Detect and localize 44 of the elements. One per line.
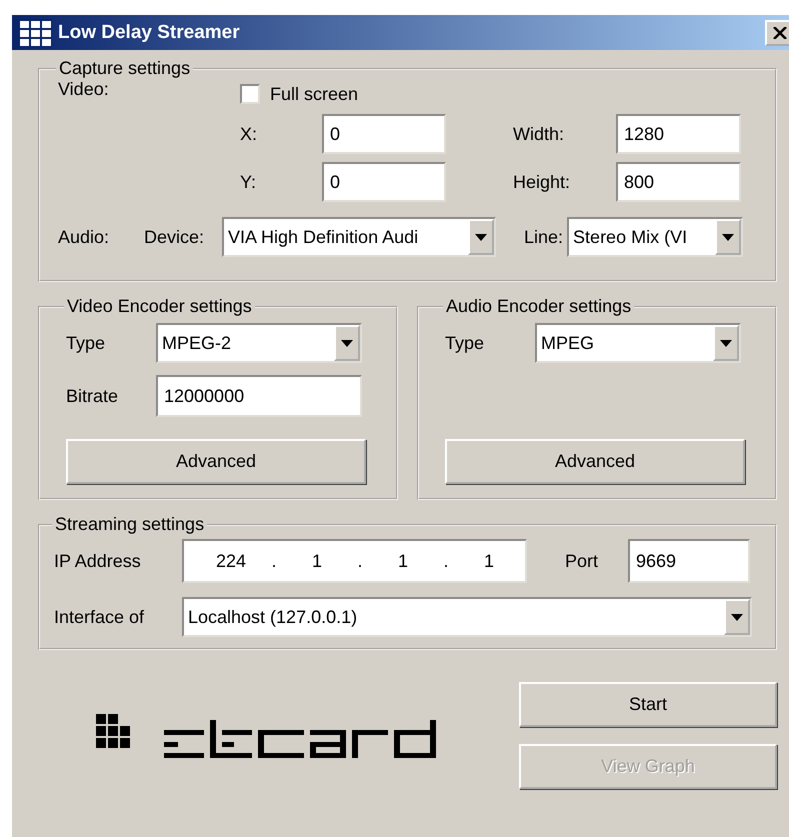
field-label: Height: [513,172,572,192]
field-label: Video: [58,79,110,100]
input-field[interactable]: 0 [322,114,446,154]
field-label: Type [445,332,486,354]
field-label: IP Address [54,550,142,572]
field-label: Y: [240,172,258,192]
close-icon [773,26,787,38]
type-dropdown[interactable]: MPEG [535,323,741,363]
field-label: X: [240,124,258,144]
field-label: Device: [144,226,206,248]
field-label: Port [565,550,600,572]
type-dropdown[interactable]: MPEG-2 [156,323,362,363]
field-label: Width: [513,124,566,144]
field-label: Type [66,332,106,354]
advanced-button[interactable]: Advanced [445,439,745,484]
group-title: Audio Encoder settings [445,296,632,317]
input-field[interactable]: 0 [322,162,446,202]
checkbox[interactable] [240,84,260,104]
caret-icon [731,614,743,620]
line-dropdown[interactable]: Stereo Mix (VI [567,217,744,257]
caret-icon [341,340,353,346]
field-label: Line: [524,226,564,248]
advanced-button[interactable]: Advanced [66,439,366,484]
group-title: Capture settings [58,58,192,79]
group-title: Video Encoder settings [66,296,253,317]
checkbox-label: Full screen [270,84,358,104]
field-label: Interface of [54,606,146,628]
field-label: Bitrate [66,386,120,406]
interface-dropdown[interactable]: Localhost (127.0.0.1) [182,597,752,637]
ip-address-field[interactable]: 224 . 1 . 1 . 1 [182,539,527,583]
device-dropdown[interactable]: VIA High Definition Audi [222,217,496,257]
action-button[interactable]: Start [519,682,777,727]
window-title: Low Delay Streamer [58,22,241,44]
caret-icon [720,340,732,346]
input-field[interactable]: 1280 [616,114,741,154]
field-label: Audio: [58,226,110,248]
caret-icon [722,234,734,240]
caret-icon [475,234,487,240]
grid-icon [18,18,52,46]
input-field[interactable]: 12000000 [156,375,362,417]
input-field[interactable]: 800 [616,162,741,202]
group-title: Streaming settings [54,514,206,535]
input-field[interactable]: 9669 [628,539,750,583]
close-button[interactable] [765,20,789,46]
